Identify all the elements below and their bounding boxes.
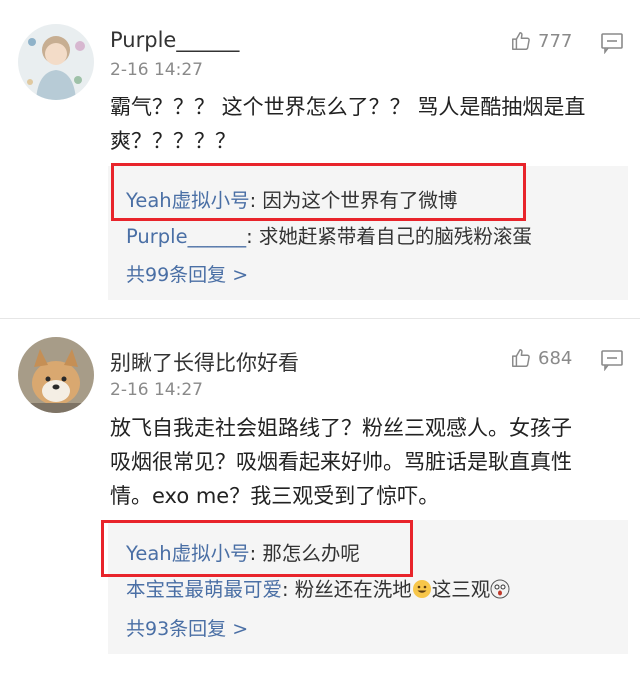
comment-bubble-icon[interactable] xyxy=(600,32,624,54)
comment-text-line: 放飞自我走社会姐路线了？粉丝三观感人。女孩子 xyxy=(110,416,572,440)
reply-box: Yeah虚拟小号: 因为这个世界有了微博 Purple______: 求她赶紧带… xyxy=(108,166,628,300)
reply-text: : 粉丝还在洗地 xyxy=(282,578,412,601)
timestamp: 2-16 14:27 xyxy=(110,60,203,80)
reply-item[interactable]: Yeah虚拟小号: 因为这个世界有了微博 xyxy=(126,184,457,213)
grinning-emoji-icon xyxy=(412,580,431,598)
comment-text-line: 吸烟很常见？吸烟看起来好帅。骂脏话是耿直真性 xyxy=(110,450,572,474)
reply-box: Yeah虚拟小号: 那怎么办呢 本宝宝最萌最可爱: 粉丝还在洗地 这三观 共93条… xyxy=(108,520,628,654)
reply-author[interactable]: Yeah虚拟小号 xyxy=(126,542,250,565)
comment-text-line: 爽？？？？？ xyxy=(110,129,236,153)
reply-item[interactable]: Purple______: 求她赶紧带着自己的脑残粉滚蛋 xyxy=(126,220,532,249)
comment-text-line: 霸气？？？ 这个世界怎么了？？ 骂人是酷抽烟是直 xyxy=(110,95,586,119)
like-count: 684 xyxy=(538,347,573,369)
avatar[interactable] xyxy=(18,337,94,413)
reply-text: : 因为这个世界有了微博 xyxy=(249,189,458,212)
like-button[interactable]: 684 xyxy=(510,347,572,369)
shocked-emoji-icon xyxy=(490,579,510,599)
comment-text: 霸气？？？ 这个世界怎么了？？ 骂人是酷抽烟是直 爽？？？？？ xyxy=(110,90,620,158)
reply-item[interactable]: Yeah虚拟小号: 那怎么办呢 xyxy=(126,537,360,566)
more-replies-link[interactable]: 共93条回复 > xyxy=(126,614,248,641)
more-replies-link[interactable]: 共99条回复 > xyxy=(126,260,248,287)
reply-author[interactable]: Purple______ xyxy=(126,225,246,248)
comment-text-line: 情。exo me？我三观受到了惊吓。 xyxy=(110,484,440,508)
comment-bubble-icon[interactable] xyxy=(600,349,624,371)
timestamp: 2-16 14:27 xyxy=(110,380,203,400)
reply-author[interactable]: 本宝宝最萌最可爱 xyxy=(126,578,282,601)
comment-item: 别瞅了长得比你好看 2-16 14:27 684 放飞自我走社会姐路线了？粉丝三… xyxy=(0,319,640,679)
like-button[interactable]: 777 xyxy=(510,30,572,52)
like-count: 777 xyxy=(538,30,573,52)
username[interactable]: Purple______ xyxy=(110,28,239,52)
reply-text: : 求她赶紧带着自己的脑残粉滚蛋 xyxy=(246,225,532,248)
reply-text: : 那怎么办呢 xyxy=(249,542,360,565)
thumbs-up-icon xyxy=(512,32,530,50)
username[interactable]: 别瞅了长得比你好看 xyxy=(110,347,299,377)
comment-item: Purple______ 2-16 14:27 777 霸气？？？ 这个世界怎么… xyxy=(0,0,640,318)
avatar[interactable] xyxy=(18,24,94,100)
reply-author[interactable]: Yeah虚拟小号 xyxy=(126,189,250,212)
comment-text: 放飞自我走社会姐路线了？粉丝三观感人。女孩子 吸烟很常见？吸烟看起来好帅。骂脏话… xyxy=(110,411,620,513)
thumbs-up-icon xyxy=(512,349,530,367)
reply-text: 这三观 xyxy=(431,578,491,601)
reply-item[interactable]: 本宝宝最萌最可爱: 粉丝还在洗地 这三观 xyxy=(126,573,510,602)
